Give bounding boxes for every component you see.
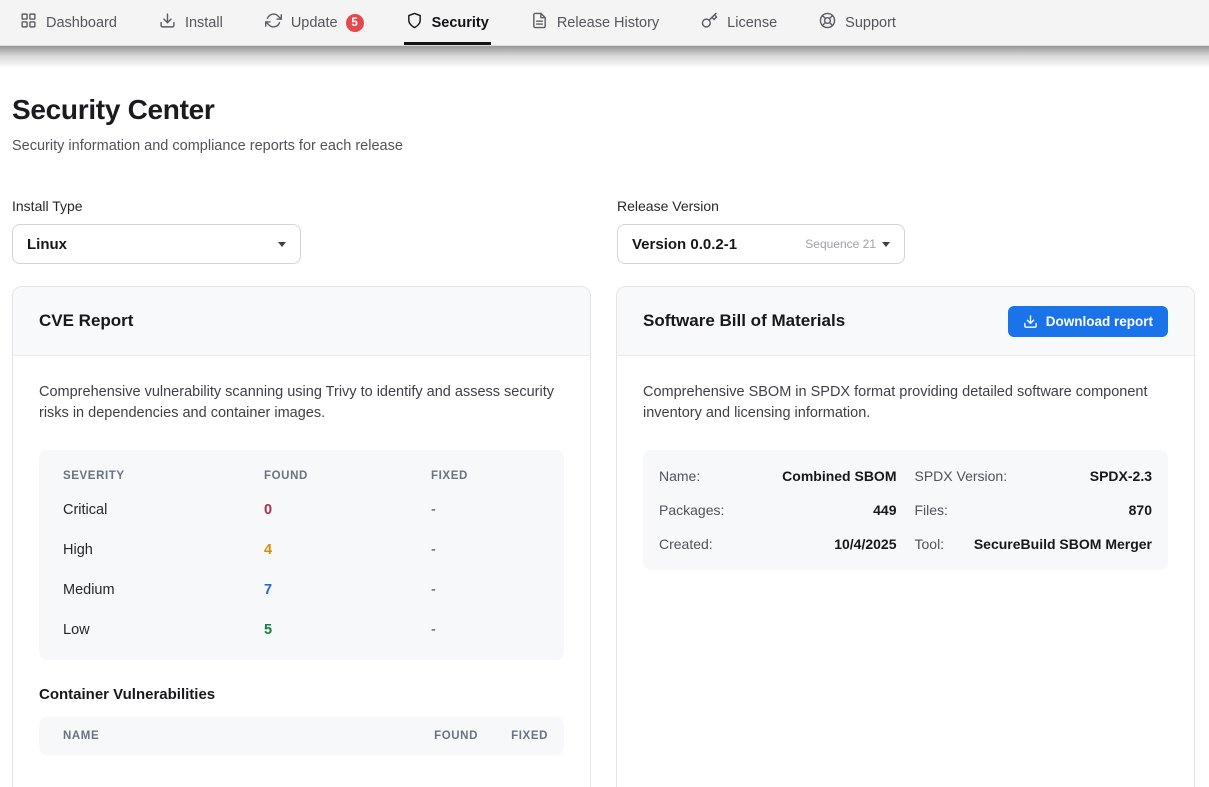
col-header-found: FOUND	[382, 730, 478, 742]
chevron-down-icon	[278, 242, 286, 247]
nav-tab-label: Security	[432, 15, 489, 31]
table-row: Low 5 -	[39, 610, 564, 650]
page-title: Security Center	[12, 94, 1195, 126]
release-version-value: Version 0.0.2-1	[632, 236, 737, 253]
info-label: Files:	[915, 502, 948, 518]
nav-tab-label: Support	[845, 15, 896, 31]
install-type-filter: Install Type Linux	[12, 198, 617, 264]
found-value: 4	[264, 542, 431, 558]
info-value: 870	[1129, 502, 1152, 518]
col-header-severity: SEVERITY	[63, 470, 264, 482]
nav-tab-install[interactable]: Install	[157, 0, 225, 45]
cve-card-body: Comprehensive vulnerability scanning usi…	[13, 356, 590, 781]
file-text-icon	[531, 12, 548, 33]
nav-tab-update[interactable]: Update 5	[263, 0, 366, 45]
main-content: Security Center Security information and…	[0, 94, 1209, 787]
refresh-icon	[265, 12, 282, 33]
chevron-down-icon	[882, 242, 890, 247]
info-label: Created:	[659, 536, 713, 552]
cve-description: Comprehensive vulnerability scanning usi…	[39, 382, 564, 424]
nav-tab-support[interactable]: Support	[817, 0, 898, 45]
sbom-description: Comprehensive SBOM in SPDX format provid…	[643, 382, 1168, 424]
nav-tab-label: Release History	[557, 15, 659, 31]
col-header-fixed: FIXED	[431, 470, 564, 482]
sbom-card-header: Software Bill of Materials Download repo…	[617, 287, 1194, 356]
severity-label: Critical	[63, 502, 264, 518]
container-vulnerabilities-table: NAME FOUND FIXED	[39, 717, 564, 755]
sbom-card: Software Bill of Materials Download repo…	[616, 286, 1195, 787]
container-table-header: NAME FOUND FIXED	[39, 717, 564, 755]
nav-tab-dashboard[interactable]: Dashboard	[18, 0, 119, 45]
col-header-found: FOUND	[264, 470, 431, 482]
fixed-value: -	[431, 542, 564, 558]
key-icon	[701, 12, 718, 33]
nav-tab-security[interactable]: Security	[404, 0, 491, 45]
sbom-info-packages: Packages: 449	[659, 493, 897, 527]
info-value: Combined SBOM	[782, 468, 896, 484]
sbom-info-spdx-version: SPDX Version: SPDX-2.3	[915, 459, 1153, 493]
download-icon	[1023, 314, 1038, 329]
info-label: Name:	[659, 468, 700, 484]
download-report-button[interactable]: Download report	[1008, 306, 1168, 337]
table-row: Critical 0 -	[39, 490, 564, 530]
info-value: 449	[873, 502, 896, 518]
nav-tab-label: Update	[291, 15, 338, 31]
sbom-info-tool: Tool: SecureBuild SBOM Merger	[915, 527, 1153, 561]
cve-card-header: CVE Report	[13, 287, 590, 356]
sbom-info-files: Files: 870	[915, 493, 1153, 527]
page-subtitle: Security information and compliance repo…	[12, 138, 1195, 154]
col-header-fixed: FIXED	[478, 730, 548, 742]
cve-card-title: CVE Report	[39, 311, 133, 331]
filters-row: Install Type Linux Release Version Versi…	[12, 198, 1195, 264]
fixed-value: -	[431, 622, 564, 638]
info-value: 10/4/2025	[834, 536, 896, 552]
severity-table: SEVERITY FOUND FIXED Critical 0 - High 4…	[39, 450, 564, 660]
nav-tab-label: Install	[185, 15, 223, 31]
install-type-label: Install Type	[12, 198, 617, 214]
sbom-info-grid: Name: Combined SBOM SPDX Version: SPDX-2…	[643, 450, 1168, 570]
table-row: Medium 7 -	[39, 570, 564, 610]
sbom-card-title: Software Bill of Materials	[643, 311, 845, 331]
info-value: SPDX-2.3	[1090, 468, 1152, 484]
nav-tab-release-history[interactable]: Release History	[529, 0, 661, 45]
found-value: 7	[264, 582, 431, 598]
shield-icon	[406, 12, 423, 33]
release-sequence-label: Sequence 21	[805, 237, 876, 251]
severity-label: Low	[63, 622, 264, 638]
container-vulnerabilities-title: Container Vulnerabilities	[39, 686, 564, 703]
install-type-value: Linux	[27, 236, 67, 253]
sbom-info-name: Name: Combined SBOM	[659, 459, 897, 493]
install-type-select[interactable]: Linux	[12, 224, 301, 264]
severity-table-header: SEVERITY FOUND FIXED	[39, 460, 564, 490]
found-value: 0	[264, 502, 431, 518]
scroll-shadow	[0, 46, 1209, 68]
info-label: Tool:	[915, 536, 945, 552]
sbom-info-created: Created: 10/4/2025	[659, 527, 897, 561]
info-label: SPDX Version:	[915, 468, 1008, 484]
update-count-badge: 5	[346, 14, 364, 32]
release-version-label: Release Version	[617, 198, 905, 214]
info-value: SecureBuild SBOM Merger	[974, 536, 1152, 552]
release-version-select[interactable]: Version 0.0.2-1 Sequence 21	[617, 224, 905, 264]
fixed-value: -	[431, 582, 564, 598]
table-row: High 4 -	[39, 530, 564, 570]
download-icon	[159, 12, 176, 33]
top-navigation: Dashboard Install Update 5 Security	[0, 0, 1209, 46]
cve-report-card: CVE Report Comprehensive vulnerability s…	[12, 286, 591, 787]
cards-row: CVE Report Comprehensive vulnerability s…	[12, 286, 1195, 787]
nav-tab-label: Dashboard	[46, 15, 117, 31]
col-header-name: NAME	[63, 730, 382, 742]
found-value: 5	[264, 622, 431, 638]
download-report-label: Download report	[1046, 314, 1153, 329]
life-buoy-icon	[819, 12, 836, 33]
severity-label: Medium	[63, 582, 264, 598]
nav-tab-label: License	[727, 15, 777, 31]
info-label: Packages:	[659, 502, 724, 518]
release-version-filter: Release Version Version 0.0.2-1 Sequence…	[617, 198, 905, 264]
sbom-card-body: Comprehensive SBOM in SPDX format provid…	[617, 356, 1194, 596]
dashboard-grid-icon	[20, 12, 37, 33]
fixed-value: -	[431, 502, 564, 518]
severity-label: High	[63, 542, 264, 558]
nav-tab-license[interactable]: License	[699, 0, 779, 45]
